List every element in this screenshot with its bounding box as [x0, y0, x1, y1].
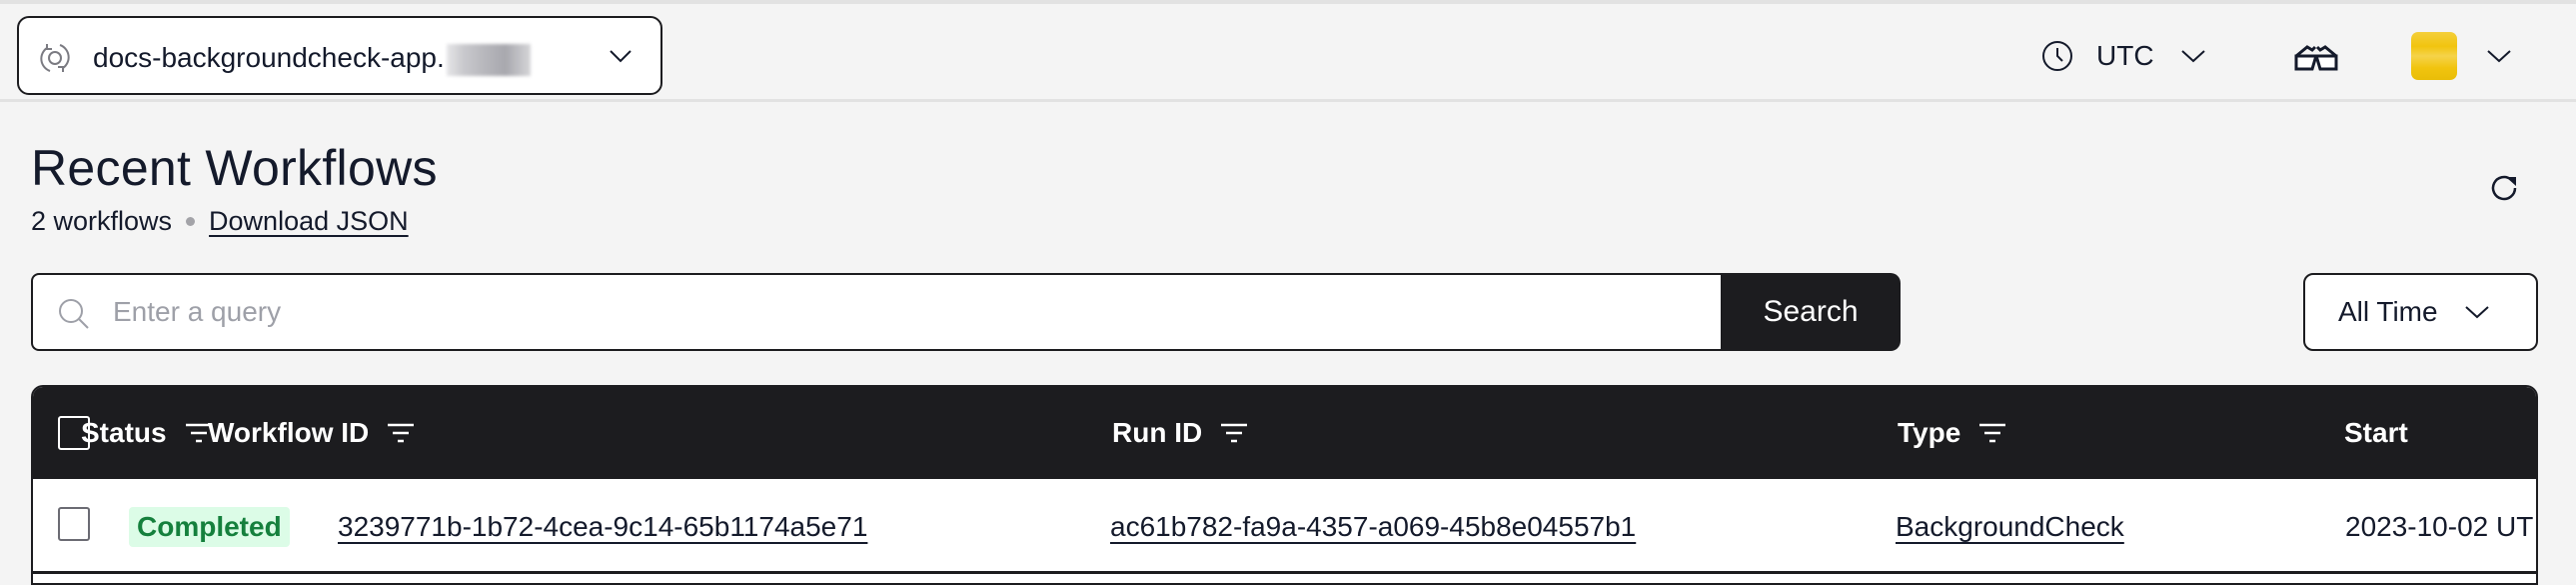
chevron-down-icon	[2464, 306, 2489, 319]
start-time: 2023-10-02 UT	[2345, 511, 2534, 542]
column-label: Status	[81, 417, 167, 448]
column-label: Workflow ID	[208, 417, 370, 448]
clock-icon	[2042, 41, 2072, 71]
workflows-table: Status Workflow ID Run ID Type Start Com…	[31, 385, 2538, 585]
column-header-run-id: Run ID	[1112, 415, 1248, 451]
search-icon	[59, 299, 89, 329]
namespace-label: docs-backgroundcheck-app.	[93, 42, 445, 73]
refresh-icon[interactable]	[2486, 170, 2522, 206]
chevron-down-icon[interactable]	[2486, 48, 2512, 64]
column-header-workflow-id: Workflow ID	[208, 415, 415, 451]
search-bar: Search	[31, 273, 1901, 351]
page-title: Recent Workflows	[31, 140, 438, 196]
redacted-namespace-suffix	[446, 43, 531, 76]
timezone-label: UTC	[2096, 40, 2154, 71]
top-bar: docs-backgroundcheck-app. UTC	[0, 0, 2576, 102]
workflow-count: 2 workflows	[31, 206, 173, 236]
glasses-icon[interactable]	[2293, 42, 2339, 72]
filter-icon[interactable]	[387, 420, 415, 446]
timezone-selector[interactable]: UTC	[2040, 36, 2206, 76]
search-box	[31, 273, 1721, 351]
column-label: Start	[2344, 417, 2408, 448]
namespace-selector[interactable]: docs-backgroundcheck-app.	[17, 16, 662, 95]
table-row: Completed 3239771b-1b72-4cea-9c14-65b117…	[33, 479, 2536, 574]
row-checkbox[interactable]	[58, 507, 90, 541]
page-subtitle: 2 workflows Download JSON	[31, 204, 409, 238]
namespace-sync-icon	[40, 44, 70, 72]
status-badge: Completed	[129, 507, 290, 547]
chevron-down-icon	[2180, 50, 2205, 63]
workflow-id-link[interactable]: 3239771b-1b72-4cea-9c14-65b1174a5e71	[338, 507, 867, 547]
column-label: Run ID	[1112, 417, 1203, 448]
table-header: Status Workflow ID Run ID Type Start	[33, 387, 2536, 479]
chevron-down-icon	[610, 50, 632, 63]
avatar[interactable]	[2411, 32, 2457, 80]
filter-icon[interactable]	[1220, 420, 1248, 446]
namespace-name: docs-backgroundcheck-app.	[93, 40, 531, 76]
column-header-start: Start	[2344, 415, 2408, 451]
column-label: Type	[1898, 417, 1961, 448]
time-range-label: All Time	[2338, 296, 2438, 327]
download-json-link[interactable]: Download JSON	[209, 204, 409, 238]
search-input[interactable]	[113, 275, 1612, 349]
separator-dot	[186, 216, 196, 226]
time-range-select[interactable]: All Time	[2303, 273, 2538, 351]
search-button[interactable]: Search	[1721, 273, 1901, 351]
run-id-link[interactable]: ac61b782-fa9a-4357-a069-45b8e04557b1	[1110, 507, 1636, 547]
column-header-type: Type	[1898, 415, 2006, 451]
workflow-type-link[interactable]: BackgroundCheck	[1896, 507, 2124, 547]
column-header-status: Status	[81, 415, 213, 451]
filter-icon[interactable]	[1978, 420, 2006, 446]
